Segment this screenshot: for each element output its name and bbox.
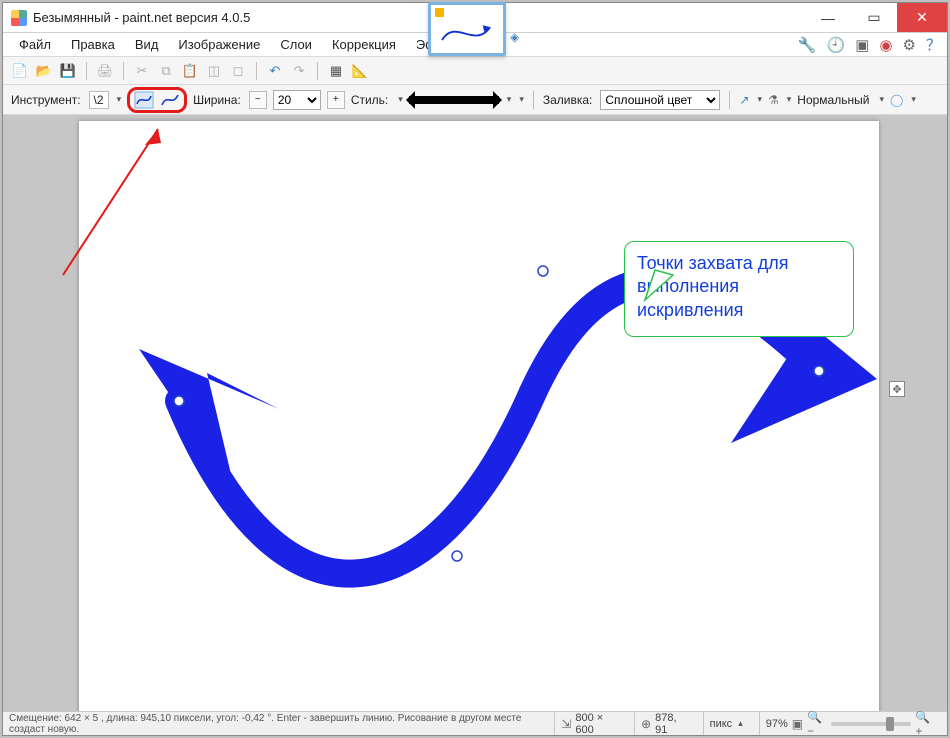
statusbar: Смещение: 642 × 5 , длина: 945,10 пиксел… [3, 711, 947, 735]
zoom-in-icon[interactable]: 🔍+ [915, 710, 935, 738]
antialias-icon[interactable]: ↗ [739, 93, 749, 107]
status-dimensions: ⇲ 800 × 600 [554, 712, 624, 735]
minimize-button[interactable]: — [805, 3, 851, 32]
instrument-label: Инструмент: [11, 93, 83, 107]
deselect-icon[interactable]: ◻ [229, 62, 247, 80]
gear-icon[interactable]: ⚙ [903, 36, 916, 54]
undo-icon[interactable]: ↶ [266, 62, 284, 80]
app-window: Безымянный - paint.net версия 4.0.5 — ▭ … [2, 2, 948, 736]
annotation-callout: Точки захвата для выполнения искривления [624, 241, 854, 337]
fill-select[interactable]: Сплошной цвет [600, 90, 720, 110]
cursor-pos-icon: ⊕ [641, 717, 651, 731]
app-icon [11, 10, 27, 26]
layers-icon[interactable]: ▣ [855, 36, 869, 54]
save-icon[interactable]: 💾 [59, 62, 77, 80]
menu-edit[interactable]: Правка [61, 34, 125, 55]
curve-handle[interactable] [452, 551, 462, 561]
fill-label: Заливка: [543, 93, 595, 107]
palette-icon[interactable]: ◉ [879, 36, 892, 54]
paste-icon[interactable]: 📋 [181, 62, 199, 80]
chevron-up-icon: ▴ [738, 718, 743, 729]
menu-layers[interactable]: Слои [270, 34, 322, 55]
window-title: Безымянный - paint.net версия 4.0.5 [33, 10, 805, 25]
instrument-value[interactable]: \2 [89, 91, 109, 109]
status-zoom: 97% ▣ 🔍− 🔍+ [759, 712, 941, 735]
main-toolbar: 📄 📂 💾 🖨 ✂ ⧉ 📋 ◫ ◻ ↶ ↷ ▦ 📐 [3, 57, 947, 85]
zoom-slider[interactable] [831, 722, 912, 726]
curve-handle[interactable] [814, 366, 824, 376]
clock-icon[interactable]: 🕘 [827, 36, 846, 54]
thumbnail-pin-icon[interactable]: ◈ [510, 30, 519, 44]
tool-icon[interactable]: 🔧 [798, 36, 817, 54]
annotation-arrow [3, 115, 203, 315]
curve-handle[interactable] [174, 396, 184, 406]
tool-options-bar: Инструмент: \2 ▾ Ширина: − 20 + Стиль: ▾… [3, 85, 947, 115]
blend-mode-label[interactable]: Нормальный [797, 93, 871, 107]
fit-screen-icon[interactable]: ▣ [792, 717, 803, 731]
line-style-preview[interactable] [409, 96, 499, 104]
maximize-button[interactable]: ▭ [851, 3, 897, 32]
print-icon[interactable]: 🖨 [96, 62, 114, 80]
bezier-tool-icon[interactable] [160, 91, 180, 109]
dimensions-icon: ⇲ [561, 717, 571, 731]
blend-icon[interactable]: ⚗ [768, 93, 779, 107]
menu-file[interactable]: Файл [9, 34, 61, 55]
menu-adjustments[interactable]: Коррекция [322, 34, 406, 55]
ruler-icon[interactable]: 📐 [351, 62, 369, 80]
chevron-down-icon[interactable]: ▾ [519, 94, 524, 105]
menu-image[interactable]: Изображение [168, 34, 270, 55]
help-icon[interactable]: ？ [926, 34, 941, 55]
status-unit[interactable]: пикс ▴ [703, 712, 749, 735]
move-handle-icon[interactable]: ✥ [889, 381, 905, 397]
curve-handle[interactable] [538, 266, 548, 276]
width-select[interactable]: 20 [273, 90, 321, 110]
workspace: Точки захвата для выполнения искривления… [3, 115, 947, 711]
width-dec-button[interactable]: − [249, 91, 267, 109]
open-file-icon[interactable]: 📂 [35, 62, 53, 80]
crop-icon[interactable]: ◫ [205, 62, 223, 80]
status-cursor: ⊕ 878, 91 [634, 712, 693, 735]
document-thumbnail[interactable] [428, 2, 506, 56]
close-button[interactable]: ✕ [897, 3, 947, 32]
right-tool-icons: 🔧 🕘 ▣ ◉ ⚙ ？ [798, 33, 941, 56]
sphere-icon[interactable]: ◯ [890, 93, 903, 107]
width-inc-button[interactable]: + [327, 91, 345, 109]
chevron-down-icon[interactable]: ▾ [117, 94, 122, 105]
zoom-out-icon[interactable]: 🔍− [807, 710, 827, 738]
line-curve-tool-highlight [127, 87, 187, 113]
grid-icon[interactable]: ▦ [327, 62, 345, 80]
redo-icon[interactable]: ↷ [290, 62, 308, 80]
cut-icon[interactable]: ✂ [133, 62, 151, 80]
width-label: Ширина: [193, 93, 243, 107]
copy-icon[interactable]: ⧉ [157, 62, 175, 80]
new-file-icon[interactable]: 📄 [11, 62, 29, 80]
menu-view[interactable]: Вид [125, 34, 169, 55]
spline-tool-icon[interactable] [134, 91, 154, 109]
status-hint: Смещение: 642 × 5 , длина: 945,10 пиксел… [9, 713, 534, 735]
window-controls: — ▭ ✕ [805, 3, 947, 32]
style-label: Стиль: [351, 93, 390, 107]
